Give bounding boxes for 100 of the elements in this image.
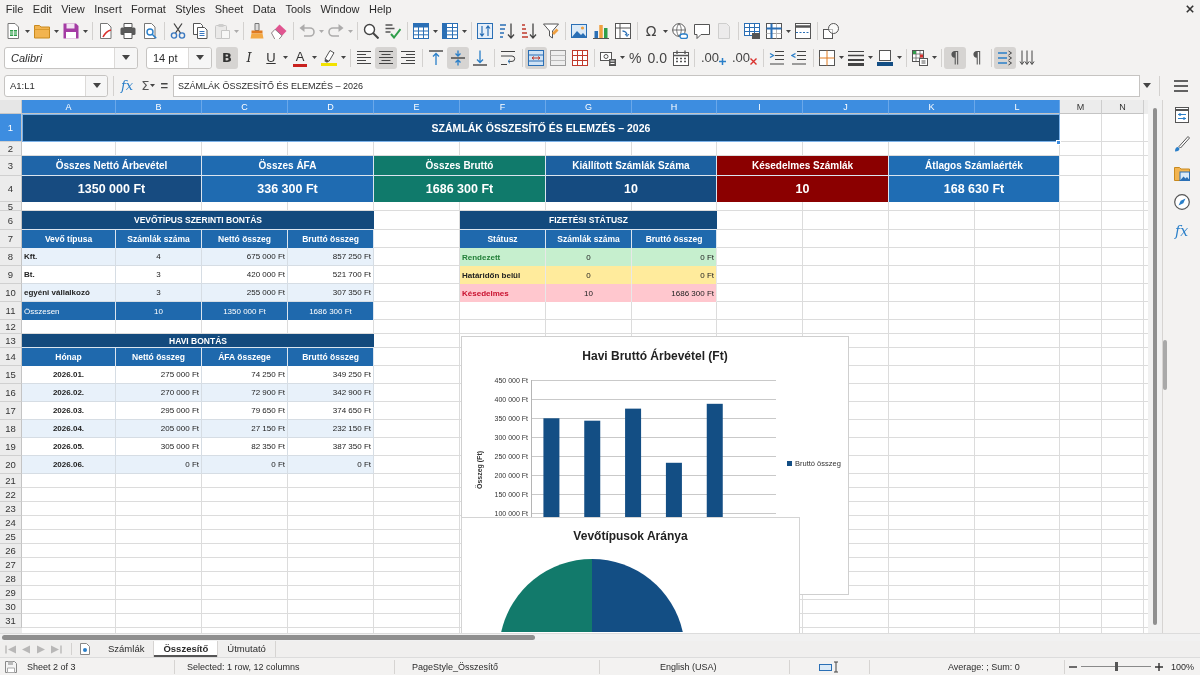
caret-icon[interactable] <box>786 29 791 33</box>
save-icon[interactable] <box>63 23 79 39</box>
menu-item[interactable]: Window <box>315 1 365 17</box>
save-icon[interactable] <box>5 660 17 673</box>
table-columns-icon[interactable] <box>442 23 458 39</box>
align-middle-button[interactable] <box>447 46 469 69</box>
number-format-button[interactable]: 0.0 <box>647 49 667 66</box>
table-rows-icon[interactable] <box>413 23 429 39</box>
row-header[interactable]: 24 <box>0 516 22 530</box>
column-header[interactable]: N <box>1102 100 1144 114</box>
row-header[interactable]: 26 <box>0 544 22 558</box>
caret-icon[interactable] <box>312 56 317 59</box>
font-size-field[interactable]: 14 pt <box>146 46 212 69</box>
borders-icon[interactable] <box>819 49 836 66</box>
indent-increase-icon[interactable] <box>769 49 786 66</box>
row-header[interactable]: 25 <box>0 530 22 544</box>
sidebar-handle[interactable] <box>1163 340 1167 390</box>
slider-thumb[interactable] <box>1114 662 1118 671</box>
frame-cursor-icon[interactable] <box>818 660 841 673</box>
row-header[interactable]: 15 <box>0 366 22 384</box>
money-icon[interactable] <box>600 49 616 66</box>
name-box-field[interactable]: A1:L1 <box>4 74 108 97</box>
border-style-icon[interactable] <box>848 49 865 66</box>
menu-item[interactable]: Tools <box>280 1 316 17</box>
caret-icon[interactable] <box>932 56 938 59</box>
row-header[interactable]: 2 <box>0 142 22 156</box>
row-header[interactable]: 9 <box>0 266 22 284</box>
sort-ascending-icon[interactable] <box>499 23 515 39</box>
conditional-format-icon[interactable] <box>912 49 929 66</box>
align-center-button[interactable] <box>375 46 397 69</box>
scrollbar-thumb[interactable] <box>1153 108 1157 625</box>
row-header[interactable]: 4 <box>0 176 22 202</box>
compass-icon[interactable] <box>1173 194 1190 210</box>
spell-check-icon[interactable] <box>385 23 401 39</box>
caret-icon[interactable] <box>150 84 156 87</box>
filter-icon[interactable] <box>543 23 559 39</box>
caret-icon[interactable] <box>283 56 288 59</box>
percent-button[interactable]: % <box>629 49 642 66</box>
document-magnifier-icon[interactable] <box>142 23 158 39</box>
row-header[interactable]: 20 <box>0 456 22 474</box>
caret-icon[interactable] <box>620 56 625 59</box>
plus-icon[interactable] <box>1155 662 1163 671</box>
menu-item[interactable]: Styles <box>170 1 210 17</box>
delete-decimal-button[interactable]: .00 <box>732 49 758 66</box>
image-folder-icon[interactable] <box>1173 165 1190 181</box>
left-to-right-button[interactable]: ¶ <box>944 46 967 69</box>
row-header[interactable]: 6 <box>0 211 22 230</box>
printer-icon[interactable] <box>120 23 136 39</box>
search-icon[interactable] <box>363 23 379 39</box>
speech-bubble-icon[interactable] <box>694 23 710 39</box>
eraser-icon[interactable] <box>271 23 287 39</box>
row-header[interactable]: 14 <box>0 348 22 366</box>
text-flow-button[interactable] <box>994 46 1017 69</box>
caret-icon[interactable] <box>83 29 88 33</box>
row-header[interactable]: 12 <box>0 320 22 334</box>
sliders-panel-icon[interactable] <box>1173 107 1190 123</box>
row-header[interactable]: 8 <box>0 248 22 266</box>
sum-button[interactable]: Σ <box>141 78 150 93</box>
row-header[interactable]: 22 <box>0 488 22 502</box>
sheet-tab[interactable]: Útmutató <box>218 641 276 657</box>
globe-link-icon[interactable] <box>672 23 688 39</box>
border-color-icon[interactable] <box>877 49 894 66</box>
document-export-icon[interactable] <box>98 23 114 39</box>
caret-icon[interactable] <box>462 29 467 33</box>
caret-icon[interactable] <box>433 29 438 33</box>
row-header[interactable]: 27 <box>0 558 22 572</box>
caret-icon[interactable] <box>341 56 346 59</box>
caret-icon[interactable] <box>122 55 130 60</box>
italic-button[interactable]: I <box>238 46 260 69</box>
bold-button[interactable]: B <box>216 46 238 69</box>
image-icon[interactable] <box>571 23 587 39</box>
row-header[interactable]: 11 <box>0 302 22 320</box>
scissors-icon[interactable] <box>170 23 186 39</box>
menu-item[interactable]: Format <box>126 1 171 17</box>
menu-item[interactable]: Insert <box>89 1 127 17</box>
caret-icon[interactable] <box>839 56 845 59</box>
row-header[interactable]: 13 <box>0 334 22 348</box>
row-header[interactable]: 31 <box>0 614 22 628</box>
row-header[interactable]: 7 <box>0 230 22 248</box>
split-window-icon[interactable] <box>795 23 811 39</box>
row-header[interactable]: 18 <box>0 420 22 438</box>
fill-handle[interactable] <box>1056 140 1061 145</box>
sort-descending-icon[interactable] <box>521 23 537 39</box>
menu-item[interactable]: Sheet <box>209 1 249 17</box>
add-decimal-button[interactable]: .00 <box>700 49 726 66</box>
row-header[interactable]: 17 <box>0 402 22 420</box>
menu-item[interactable]: Edit <box>28 1 57 17</box>
formula-button[interactable]: = <box>160 78 168 93</box>
caret-icon[interactable] <box>897 56 903 59</box>
caret-icon[interactable] <box>54 29 59 33</box>
caret-icon[interactable] <box>92 83 101 88</box>
sort-icon[interactable] <box>477 23 493 39</box>
close-icon[interactable] <box>1186 5 1194 13</box>
menu-item[interactable]: Help <box>364 1 397 17</box>
scrollbar-thumb[interactable] <box>2 635 535 640</box>
merge-center-button[interactable] <box>525 46 547 69</box>
row-header[interactable]: 3 <box>0 156 22 176</box>
caret-icon[interactable] <box>25 29 30 33</box>
menu-icon[interactable] <box>1173 77 1189 94</box>
column-header[interactable]: M <box>1060 100 1102 114</box>
